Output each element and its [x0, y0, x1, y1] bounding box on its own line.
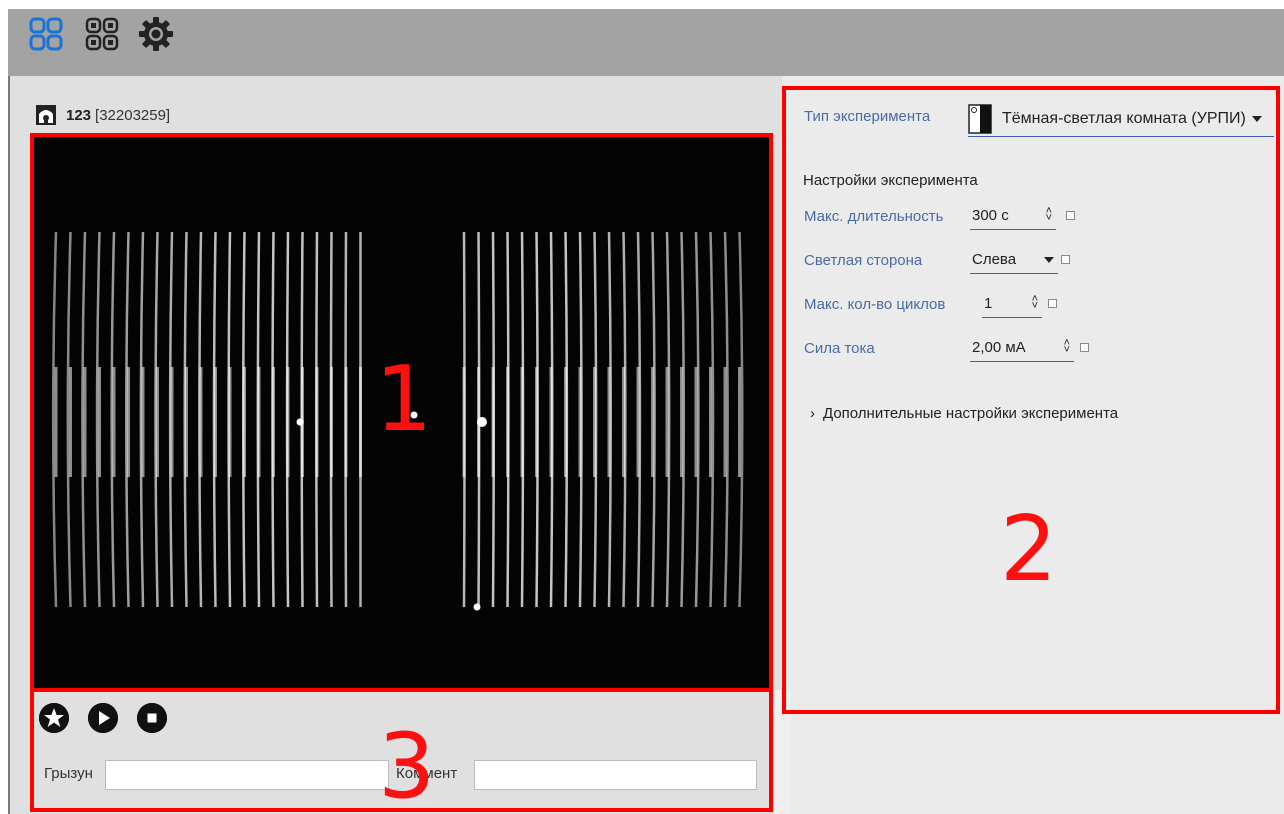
top-toolbar: [8, 9, 1284, 76]
video-feed[interactable]: [34, 137, 769, 688]
cycles-input[interactable]: 1 ˄ ˅: [982, 290, 1042, 318]
video-frame: [34, 137, 769, 688]
experiment-type-select[interactable]: Тёмная-светлая комната (УРПИ): [968, 101, 1274, 137]
cycles-checkbox[interactable]: [1048, 299, 1057, 308]
setting-row-current: Сила тока 2,00 мА ˄ ˅: [804, 334, 1264, 362]
duration-value: 300 с: [972, 207, 1009, 224]
duration-label: Макс. длительность: [804, 208, 944, 225]
chevron-right-icon: ›: [810, 405, 815, 422]
mouse-cage-icon: [36, 105, 56, 125]
current-label: Сила тока: [804, 340, 875, 357]
setting-row-light-side: Светлая сторона Слева: [804, 246, 1264, 274]
stop-button[interactable]: [137, 703, 167, 733]
experiment-type-label: Тип эксперимента: [804, 108, 931, 125]
cycles-value: 1: [984, 295, 993, 312]
spinner-icon[interactable]: ˄ ˅: [1032, 294, 1038, 312]
light-dark-box-icon: [968, 103, 992, 134]
camera-id: [32203259]: [95, 106, 171, 124]
rodent-input[interactable]: [105, 760, 389, 790]
setting-row-duration: Макс. длительность 300 с ˄ ˅: [804, 202, 1264, 230]
current-value: 2,00 мА: [972, 339, 1026, 356]
grid-2x2-small-icon[interactable]: [84, 16, 120, 52]
rodent-label: Грызун: [44, 765, 93, 782]
spinner-icon[interactable]: ˄ ˅: [1046, 206, 1052, 224]
duration-checkbox[interactable]: [1066, 211, 1075, 220]
spinner-icon[interactable]: ˄ ˅: [1064, 338, 1070, 356]
chevron-down-icon: [1251, 115, 1262, 122]
current-checkbox[interactable]: [1080, 343, 1089, 352]
stop-icon: [137, 703, 167, 733]
camera-header: 123 [32203259]: [36, 104, 170, 126]
light-side-select[interactable]: Слева: [970, 246, 1058, 274]
light-side-label: Светлая сторона: [804, 252, 923, 269]
star-button[interactable]: [39, 703, 69, 733]
more-settings-expander[interactable]: › Дополнительные настройки эксперимента: [810, 405, 1118, 422]
comment-input[interactable]: [474, 760, 757, 790]
light-side-checkbox[interactable]: [1061, 255, 1070, 264]
setting-row-cycles: Макс. кол-во циклов 1 ˄ ˅: [804, 290, 1264, 318]
duration-input[interactable]: 300 с ˄ ˅: [970, 202, 1056, 230]
star-icon: [39, 703, 69, 733]
grid-2x2-icon[interactable]: [28, 16, 64, 52]
more-settings-label: Дополнительные настройки эксперимента: [823, 405, 1119, 422]
section-title: Настройки эксперимента: [803, 172, 978, 189]
gear-icon[interactable]: [138, 16, 174, 52]
camera-name: 123: [66, 106, 92, 124]
panel-divider: [8, 76, 10, 814]
cycles-label: Макс. кол-во циклов: [804, 296, 946, 313]
panel-gutter: [774, 690, 790, 814]
play-button[interactable]: [88, 703, 118, 733]
current-input[interactable]: 2,00 мА ˄ ˅: [970, 334, 1074, 362]
chevron-down-icon: [1044, 257, 1054, 263]
comment-label: Коммент: [396, 765, 458, 782]
experiment-type-value: Тёмная-светлая комната (УРПИ): [1002, 109, 1246, 127]
play-icon: [88, 703, 118, 733]
light-side-value: Слева: [972, 251, 1017, 268]
